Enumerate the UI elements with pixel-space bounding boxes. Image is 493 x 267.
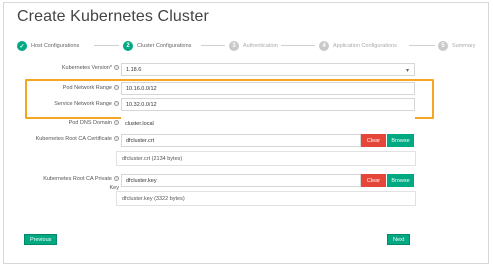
ca-cert-browse-button[interactable]: Browse xyxy=(387,134,414,147)
next-button[interactable]: Next xyxy=(387,234,411,245)
help-icon[interactable]: ? xyxy=(114,176,119,182)
step-summary[interactable]: 5 Summary xyxy=(438,39,476,53)
step-authentication[interactable]: 3 Authentication xyxy=(229,39,278,53)
step-number: 4 xyxy=(319,41,329,51)
step-number: 2 xyxy=(123,41,133,51)
step-label: Host Configurations xyxy=(31,43,80,49)
page-title: Create Kubernetes Cluster xyxy=(17,8,209,25)
ca-cert-clear-button[interactable]: Clear xyxy=(361,134,386,147)
pod-dns-value: cluster.local xyxy=(125,120,154,127)
ca-key-file-info: dfcluster.key (3322 bytes) xyxy=(116,191,416,206)
pod-network-value: 10.16.0.0/12 xyxy=(126,85,157,92)
ca-key-clear-button[interactable]: Clear xyxy=(361,174,386,187)
ca-cert-file-name: dfcluster.crt xyxy=(126,137,155,144)
service-network-label-text: Service Network Range xyxy=(54,101,112,107)
step-label: Summary xyxy=(452,43,476,49)
help-icon[interactable]: ? xyxy=(114,136,119,142)
ca-cert-label-text: Kubernetes Root CA Certificate xyxy=(35,136,112,142)
ca-cert-file-info: dfcluster.crt (2134 bytes) xyxy=(116,151,416,166)
pod-dns-label-text: Pod DNS Domain xyxy=(68,120,112,126)
step-connector xyxy=(409,45,435,46)
ca-key-file-name: dfcluster.key xyxy=(126,177,157,184)
step-cluster-configurations[interactable]: 2 Cluster Configurations xyxy=(123,39,191,53)
help-icon[interactable]: ? xyxy=(114,85,119,91)
service-network-input[interactable]: 10.32.0.0/12 xyxy=(121,98,415,111)
k8s-version-label-text: Kubernetes Version* xyxy=(61,65,112,71)
service-network-label: Service Network Range? xyxy=(54,101,119,107)
k8s-version-label: Kubernetes Version*? xyxy=(62,65,119,71)
service-network-value: 10.32.0.0/12 xyxy=(126,101,157,108)
ca-key-file-input[interactable]: dfcluster.key xyxy=(121,174,361,187)
ca-key-browse-button[interactable]: Browse xyxy=(387,174,414,187)
chevron-down-icon: ▾ xyxy=(405,68,409,74)
help-icon[interactable]: ? xyxy=(114,120,119,126)
wizard-stepper: ✓ Host Configurations 2 Cluster Configur… xyxy=(17,39,483,53)
k8s-version-value: 1.18.6 xyxy=(126,66,142,73)
ca-key-label: Kubernetes Root CA Private? Key xyxy=(43,175,119,193)
step-connector xyxy=(281,45,315,46)
step-host-configurations[interactable]: ✓ Host Configurations xyxy=(17,39,79,53)
step-number: 5 xyxy=(438,41,448,51)
previous-button[interactable]: Previous xyxy=(24,234,58,245)
k8s-version-select[interactable]: 1.18.6 ▾ xyxy=(121,63,415,76)
pod-dns-label: Pod DNS Domain? xyxy=(69,120,119,126)
ca-cert-file-info-text: dfcluster.crt (2134 bytes) xyxy=(122,155,183,162)
help-icon[interactable]: ? xyxy=(114,101,119,107)
step-application-configurations[interactable]: 4 Application Configurations xyxy=(319,39,397,53)
check-icon: ✓ xyxy=(17,41,27,51)
ca-cert-file-input[interactable]: dfcluster.crt xyxy=(121,134,361,147)
ca-key-file-info-text: dfcluster.key (3322 bytes) xyxy=(122,195,185,202)
step-label: Cluster Configurations xyxy=(137,43,192,49)
step-number: 3 xyxy=(229,41,239,51)
ca-cert-label: Kubernetes Root CA Certificate? xyxy=(36,136,119,142)
ca-key-label-text: Kubernetes Root CA Private xyxy=(43,176,112,182)
pod-network-label-text: Pod Network Range xyxy=(62,85,112,91)
pod-network-label: Pod Network Range? xyxy=(63,85,119,91)
step-label: Authentication xyxy=(243,43,278,49)
pod-network-input[interactable]: 10.16.0.0/12 xyxy=(121,82,415,95)
pod-dns-input[interactable]: cluster.local xyxy=(121,117,415,130)
help-icon[interactable]: ? xyxy=(114,65,119,71)
step-connector xyxy=(201,45,225,46)
step-connector xyxy=(94,45,119,46)
step-label: Application Configurations xyxy=(333,43,397,49)
